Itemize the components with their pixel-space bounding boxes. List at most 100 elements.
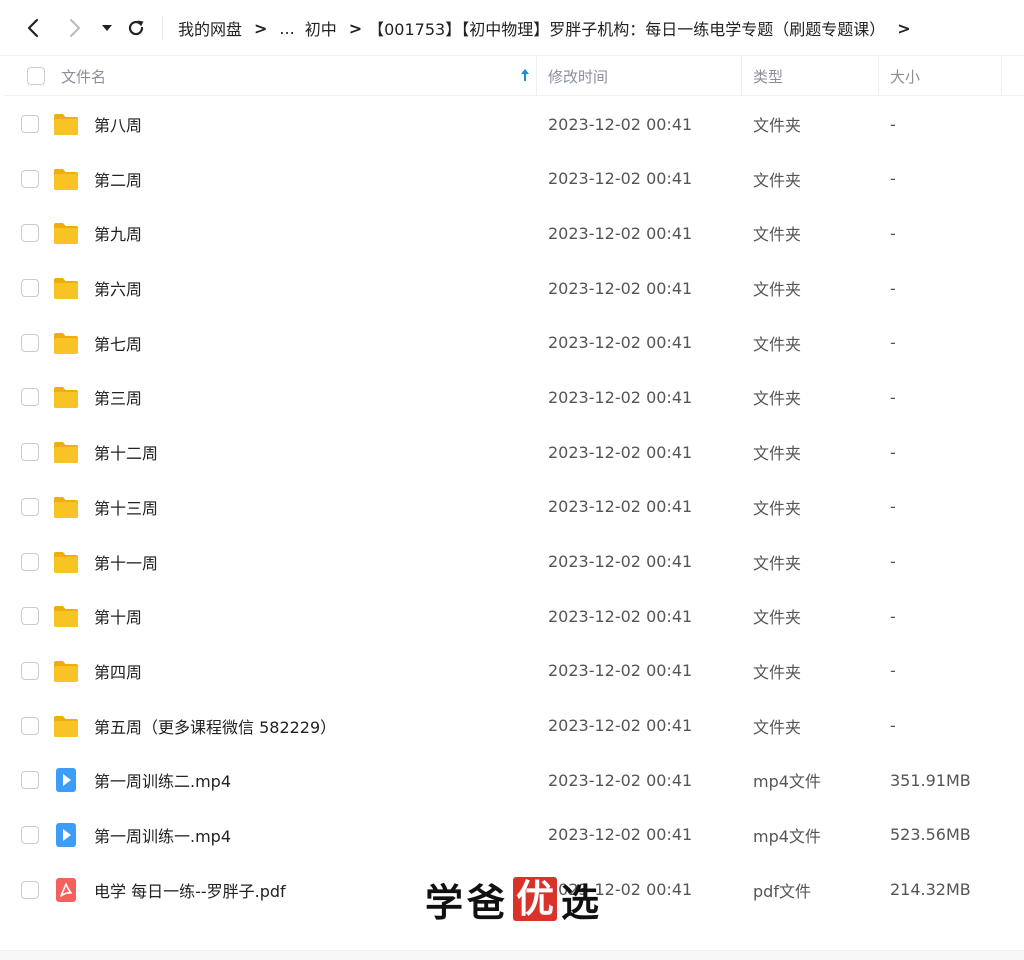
file-modified: 2023-12-02 00:41	[548, 770, 693, 790]
status-bar	[0, 950, 1024, 960]
file-modified: 2023-12-02 00:41	[548, 552, 693, 571]
select-all-checkbox[interactable]	[27, 67, 45, 85]
file-row[interactable]: 第九周 2023-12-02 00:41 文件夹 -	[4, 206, 1024, 261]
file-name[interactable]: 第六周	[94, 261, 142, 315]
file-modified: 2023-12-02 00:41	[548, 333, 693, 353]
file-modified: 2023-12-02 00:41	[548, 497, 693, 517]
column-header-name[interactable]: 文件名	[61, 56, 106, 96]
file-name[interactable]: 第三周	[94, 370, 142, 424]
row-checkbox[interactable]	[21, 224, 39, 243]
file-name[interactable]: 第四周	[94, 644, 142, 698]
breadcrumb-item-current[interactable]: 【001753】【初中物理】罗胖子机构：每日一练电学专题（刷题专题课）	[368, 16, 885, 40]
file-name[interactable]: 第八周	[94, 97, 142, 151]
file-modified: 2023-12-02 00:41	[548, 114, 693, 134]
file-row[interactable]: 第一周训练二.mp4 2023-12-02 00:41 mp4文件 351.91MB	[4, 753, 1024, 808]
pdf-file-icon	[52, 877, 80, 903]
file-size: -	[890, 552, 896, 571]
file-row[interactable]: 第二周 2023-12-02 00:41 文件夹 -	[4, 152, 1024, 207]
row-checkbox[interactable]	[21, 771, 39, 790]
sort-ascending-icon[interactable]	[520, 68, 530, 82]
file-type: 文件夹	[753, 170, 802, 190]
file-name[interactable]: 第二周	[94, 152, 142, 206]
file-name[interactable]: 第十一周	[94, 535, 158, 589]
file-row[interactable]: 第五周（更多课程微信 582229） 2023-12-02 00:41 文件夹 -	[4, 699, 1024, 754]
file-row[interactable]: 第四周 2023-12-02 00:41 文件夹 -	[4, 644, 1024, 699]
file-modified: 2023-12-02 00:41	[548, 825, 693, 845]
file-type: 文件夹	[753, 553, 802, 573]
row-checkbox[interactable]	[21, 279, 39, 298]
file-name[interactable]: 第一周训练一.mp4	[94, 808, 231, 862]
breadcrumb-item-ellipsis[interactable]: ...	[279, 19, 294, 38]
row-checkbox[interactable]	[21, 607, 39, 626]
file-size: -	[890, 497, 896, 517]
file-name[interactable]: 第五周（更多课程微信 582229）	[94, 699, 336, 753]
file-type: pdf文件	[753, 881, 811, 901]
file-row[interactable]: 第十三周 2023-12-02 00:41 文件夹 -	[4, 480, 1024, 535]
file-modified: 2023-12-02 00:41	[548, 278, 693, 298]
file-type: 文件夹	[753, 498, 802, 518]
file-name[interactable]: 第十周	[94, 589, 142, 643]
column-divider	[536, 56, 537, 96]
row-checkbox[interactable]	[21, 115, 39, 133]
breadcrumb: 我的网盘 > ... 初中 > 【001753】【初中物理】罗胖子机构：每日一练…	[178, 0, 923, 56]
file-modified: 2023-12-02 00:41	[548, 606, 693, 626]
file-name[interactable]: 第七周	[94, 316, 142, 370]
breadcrumb-item-root[interactable]: 我的网盘	[178, 16, 242, 40]
file-name[interactable]: 第十二周	[94, 425, 158, 479]
breadcrumb-separator: >	[254, 18, 268, 38]
file-list-header: 文件名 修改时间 类型 大小	[4, 56, 1024, 96]
file-modified: 2023-12-02 00:41	[548, 661, 693, 681]
file-row[interactable]: 第八周 2023-12-02 00:41 文件夹 -	[4, 97, 1024, 152]
row-checkbox[interactable]	[21, 716, 39, 735]
back-button[interactable]	[20, 14, 46, 42]
video-file-icon	[52, 767, 80, 793]
file-size: -	[890, 387, 896, 407]
file-type: 文件夹	[753, 116, 802, 135]
folder-icon	[52, 494, 80, 520]
file-row[interactable]: 第十周 2023-12-02 00:41 文件夹 -	[4, 589, 1024, 644]
folder-icon	[52, 658, 80, 684]
file-list: 第八周 2023-12-02 00:41 文件夹 - 第二周 2023-12-02 00:…	[4, 97, 1024, 917]
row-checkbox[interactable]	[21, 880, 39, 899]
file-row[interactable]: 第六周 2023-12-02 00:41 文件夹 -	[4, 261, 1024, 316]
file-name[interactable]: 第一周训练二.mp4	[94, 753, 231, 807]
breadcrumb-separator: >	[897, 18, 911, 38]
file-row[interactable]: 第十一周 2023-12-02 00:41 文件夹 -	[4, 535, 1024, 590]
row-checkbox[interactable]	[21, 497, 39, 516]
row-checkbox[interactable]	[21, 552, 39, 571]
forward-button[interactable]	[62, 14, 88, 42]
folder-icon	[52, 166, 80, 192]
file-size: -	[890, 169, 896, 189]
file-row[interactable]: 第一周训练一.mp4 2023-12-02 00:41 mp4文件 523.56MB	[4, 808, 1024, 863]
file-modified: 2023-12-02 00:41	[548, 169, 693, 189]
row-checkbox[interactable]	[21, 825, 39, 844]
file-modified: 2023-12-02 00:41	[548, 223, 693, 243]
folder-icon	[52, 713, 80, 739]
file-type: 文件夹	[753, 280, 802, 300]
history-dropdown-button[interactable]	[100, 14, 114, 42]
file-row[interactable]: 第七周 2023-12-02 00:41 文件夹 -	[4, 316, 1024, 371]
file-name[interactable]: 第十三周	[94, 480, 158, 534]
folder-icon	[52, 384, 80, 410]
breadcrumb-item-junior-high[interactable]: 初中	[305, 16, 337, 40]
watermark-text: 选	[561, 879, 604, 925]
file-row[interactable]: 第十二周 2023-12-02 00:41 文件夹 -	[4, 425, 1024, 480]
refresh-button[interactable]	[124, 14, 148, 42]
file-name[interactable]: 电学 每日一练--罗胖子.pdf	[94, 863, 286, 917]
row-checkbox[interactable]	[21, 169, 39, 188]
folder-icon	[52, 220, 80, 246]
toolbar-divider	[162, 16, 163, 40]
file-name[interactable]: 第九周	[94, 206, 142, 260]
file-type: mp4文件	[753, 772, 821, 792]
watermark-text: 学爸	[425, 879, 510, 925]
row-checkbox[interactable]	[21, 388, 39, 407]
column-header-type[interactable]: 类型	[753, 56, 783, 96]
row-checkbox[interactable]	[21, 443, 39, 462]
column-divider	[741, 56, 742, 96]
row-checkbox[interactable]	[21, 333, 39, 352]
row-checkbox[interactable]	[21, 661, 39, 680]
file-row[interactable]: 第三周 2023-12-02 00:41 文件夹 -	[4, 370, 1024, 425]
file-size: 523.56MB	[890, 825, 971, 845]
column-header-modified[interactable]: 修改时间	[548, 56, 608, 96]
column-header-size[interactable]: 大小	[890, 56, 920, 96]
